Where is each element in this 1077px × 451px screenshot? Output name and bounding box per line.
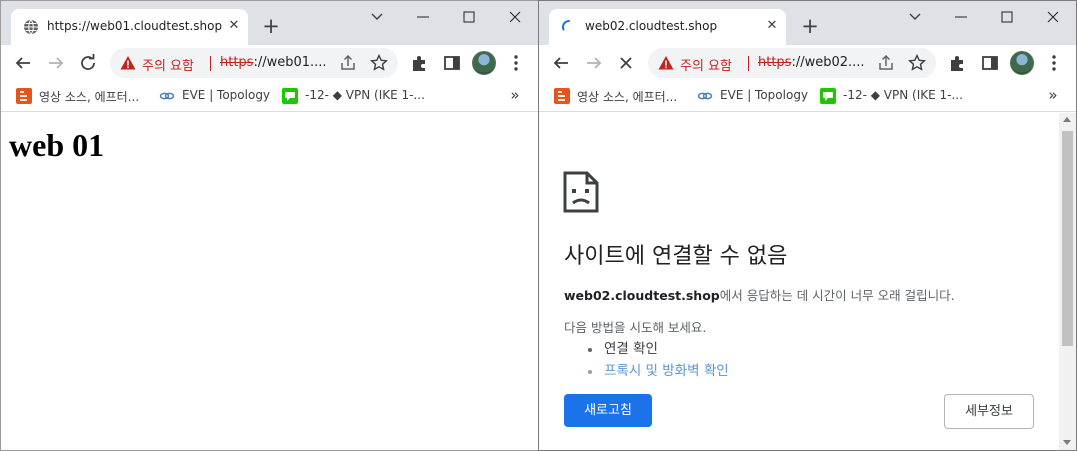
error-page: 사이트에 연결할 수 없음 web02.cloudtest.shop에서 응답하… bbox=[539, 113, 1076, 450]
bookmark-label: -12- ◆ VPN (IKE 1-... bbox=[843, 88, 963, 102]
bookmarks-more-chevron[interactable]: » bbox=[1045, 86, 1061, 104]
tab-close-icon[interactable]: ✕ bbox=[763, 17, 781, 35]
back-arrow-icon[interactable] bbox=[549, 51, 573, 75]
maximize-icon[interactable] bbox=[995, 5, 1019, 29]
bookmark-label: 영상 소스, 에프터... bbox=[577, 90, 678, 104]
toolbar: 주의 요함 https://web02.... bbox=[539, 45, 1076, 81]
profile-avatar[interactable] bbox=[1010, 51, 1034, 75]
browser-window-web01: https://web01.cloudtest.shop ✕ + 주의 요함 h… bbox=[0, 0, 539, 451]
url-text[interactable]: https://web01.... bbox=[220, 55, 327, 70]
bookmarks-more-chevron[interactable]: » bbox=[507, 86, 523, 104]
kebab-menu-icon[interactable] bbox=[504, 51, 528, 75]
loading-spinner-icon bbox=[562, 20, 570, 31]
maximize-icon[interactable] bbox=[457, 5, 481, 29]
error-desc-suffix: 에서 응답하는 데 시간이 너무 오래 걸립니다. bbox=[719, 288, 955, 303]
security-warning-label[interactable]: 주의 요함 bbox=[142, 55, 194, 74]
browser-window-web02: web02.cloudtest.shop ✕ + 주의 요함 https://w… bbox=[538, 0, 1077, 451]
new-tab-button[interactable]: + bbox=[799, 16, 821, 38]
sad-page-icon bbox=[563, 171, 599, 213]
eve-link-icon bbox=[159, 92, 175, 100]
tab-close-icon[interactable]: ✕ bbox=[225, 17, 243, 35]
minimize-icon[interactable] bbox=[411, 5, 435, 29]
address-separator bbox=[210, 56, 211, 71]
extensions-puzzle-icon[interactable] bbox=[946, 51, 970, 75]
reload-button[interactable]: 새로고침 bbox=[564, 394, 652, 427]
toolbar: 주의 요함 https://web01.... bbox=[1, 45, 539, 81]
close-window-icon[interactable] bbox=[503, 5, 527, 29]
star-bookmark-icon[interactable] bbox=[369, 53, 389, 73]
url-scheme: https bbox=[758, 55, 792, 70]
side-panel-icon[interactable] bbox=[440, 51, 464, 75]
tab-web01[interactable]: https://web01.cloudtest.shop ✕ bbox=[11, 9, 248, 45]
kebab-menu-icon[interactable] bbox=[1042, 51, 1066, 75]
bookmarks-bar: 영상 소스, 에프터... EVE | Topology -12- ◆ VPN … bbox=[1, 81, 539, 112]
eve-link-icon bbox=[697, 92, 713, 100]
reload-icon[interactable] bbox=[76, 51, 100, 75]
scrollbar-thumb[interactable] bbox=[1062, 131, 1073, 346]
error-title: 사이트에 연결할 수 없음 bbox=[564, 244, 788, 269]
chat-icon bbox=[282, 88, 298, 104]
bookmark-label: EVE | Topology bbox=[720, 88, 809, 102]
error-description: web02.cloudtest.shop에서 응답하는 데 시간이 너무 오래 … bbox=[564, 285, 955, 304]
url-rest: ://web01.... bbox=[253, 55, 327, 70]
profile-avatar[interactable] bbox=[472, 51, 496, 75]
warning-triangle-icon[interactable] bbox=[120, 55, 136, 71]
blogger-icon bbox=[554, 88, 570, 104]
share-icon[interactable] bbox=[338, 53, 358, 73]
side-panel-icon[interactable] bbox=[978, 51, 1002, 75]
tab-web02[interactable]: web02.cloudtest.shop ✕ bbox=[549, 9, 786, 45]
suggestion-list: 연결 확인 프록시 및 방화벽 확인 bbox=[584, 339, 729, 383]
tab-title: web02.cloudtest.shop bbox=[585, 19, 718, 33]
page-heading: web 01 bbox=[9, 127, 105, 163]
bookmark-label: -12- ◆ VPN (IKE 1-... bbox=[305, 88, 425, 102]
url-scheme: https bbox=[220, 55, 254, 70]
scroll-down-arrow-icon[interactable] bbox=[1063, 440, 1071, 445]
vertical-scrollbar[interactable] bbox=[1059, 113, 1076, 450]
share-icon[interactable] bbox=[876, 53, 896, 73]
address-bar[interactable]: 주의 요함 https://web01.... bbox=[110, 48, 398, 78]
bookmark-label: 영상 소스, 에프터... bbox=[39, 90, 140, 104]
address-separator bbox=[748, 56, 749, 71]
scroll-up-arrow-icon[interactable] bbox=[1063, 117, 1071, 122]
bookmark-label: EVE | Topology bbox=[182, 88, 271, 102]
url-text[interactable]: https://web02.... bbox=[758, 55, 865, 70]
address-bar[interactable]: 주의 요함 https://web02.... bbox=[648, 48, 936, 78]
stop-loading-icon[interactable] bbox=[614, 51, 638, 75]
close-window-icon[interactable] bbox=[1041, 5, 1065, 29]
tab-strip: https://web01.cloudtest.shop ✕ + bbox=[1, 1, 539, 45]
error-try-label: 다음 방법을 시도해 보세요. bbox=[564, 320, 707, 335]
security-warning-label[interactable]: 주의 요함 bbox=[680, 55, 732, 74]
error-host: web02.cloudtest.shop bbox=[564, 288, 720, 303]
bookmarks-bar: 영상 소스, 에프터... EVE | Topology -12- ◆ VPN … bbox=[539, 81, 1076, 112]
blogger-icon bbox=[16, 88, 32, 104]
tab-search-chevron-icon[interactable] bbox=[903, 5, 927, 29]
new-tab-button[interactable]: + bbox=[260, 16, 282, 38]
star-bookmark-icon[interactable] bbox=[907, 53, 927, 73]
url-rest: ://web02.... bbox=[791, 55, 865, 70]
minimize-icon[interactable] bbox=[949, 5, 973, 29]
tab-title: https://web01.cloudtest.shop bbox=[47, 19, 223, 33]
back-arrow-icon[interactable] bbox=[11, 51, 35, 75]
suggestion-link-proxy[interactable]: 프록시 및 방화벽 확인 bbox=[584, 361, 729, 383]
suggestion-item: 연결 확인 bbox=[584, 339, 729, 361]
globe-icon bbox=[24, 19, 38, 35]
page-content: web 01 bbox=[1, 113, 539, 450]
warning-triangle-icon[interactable] bbox=[658, 55, 674, 71]
forward-arrow-icon[interactable] bbox=[582, 51, 606, 75]
tab-search-chevron-icon[interactable] bbox=[365, 5, 389, 29]
details-button[interactable]: 세부정보 bbox=[944, 394, 1034, 429]
forward-arrow-icon[interactable] bbox=[44, 51, 68, 75]
chat-icon bbox=[820, 88, 836, 104]
tab-strip: web02.cloudtest.shop ✕ + bbox=[539, 1, 1076, 45]
extensions-puzzle-icon[interactable] bbox=[408, 51, 432, 75]
